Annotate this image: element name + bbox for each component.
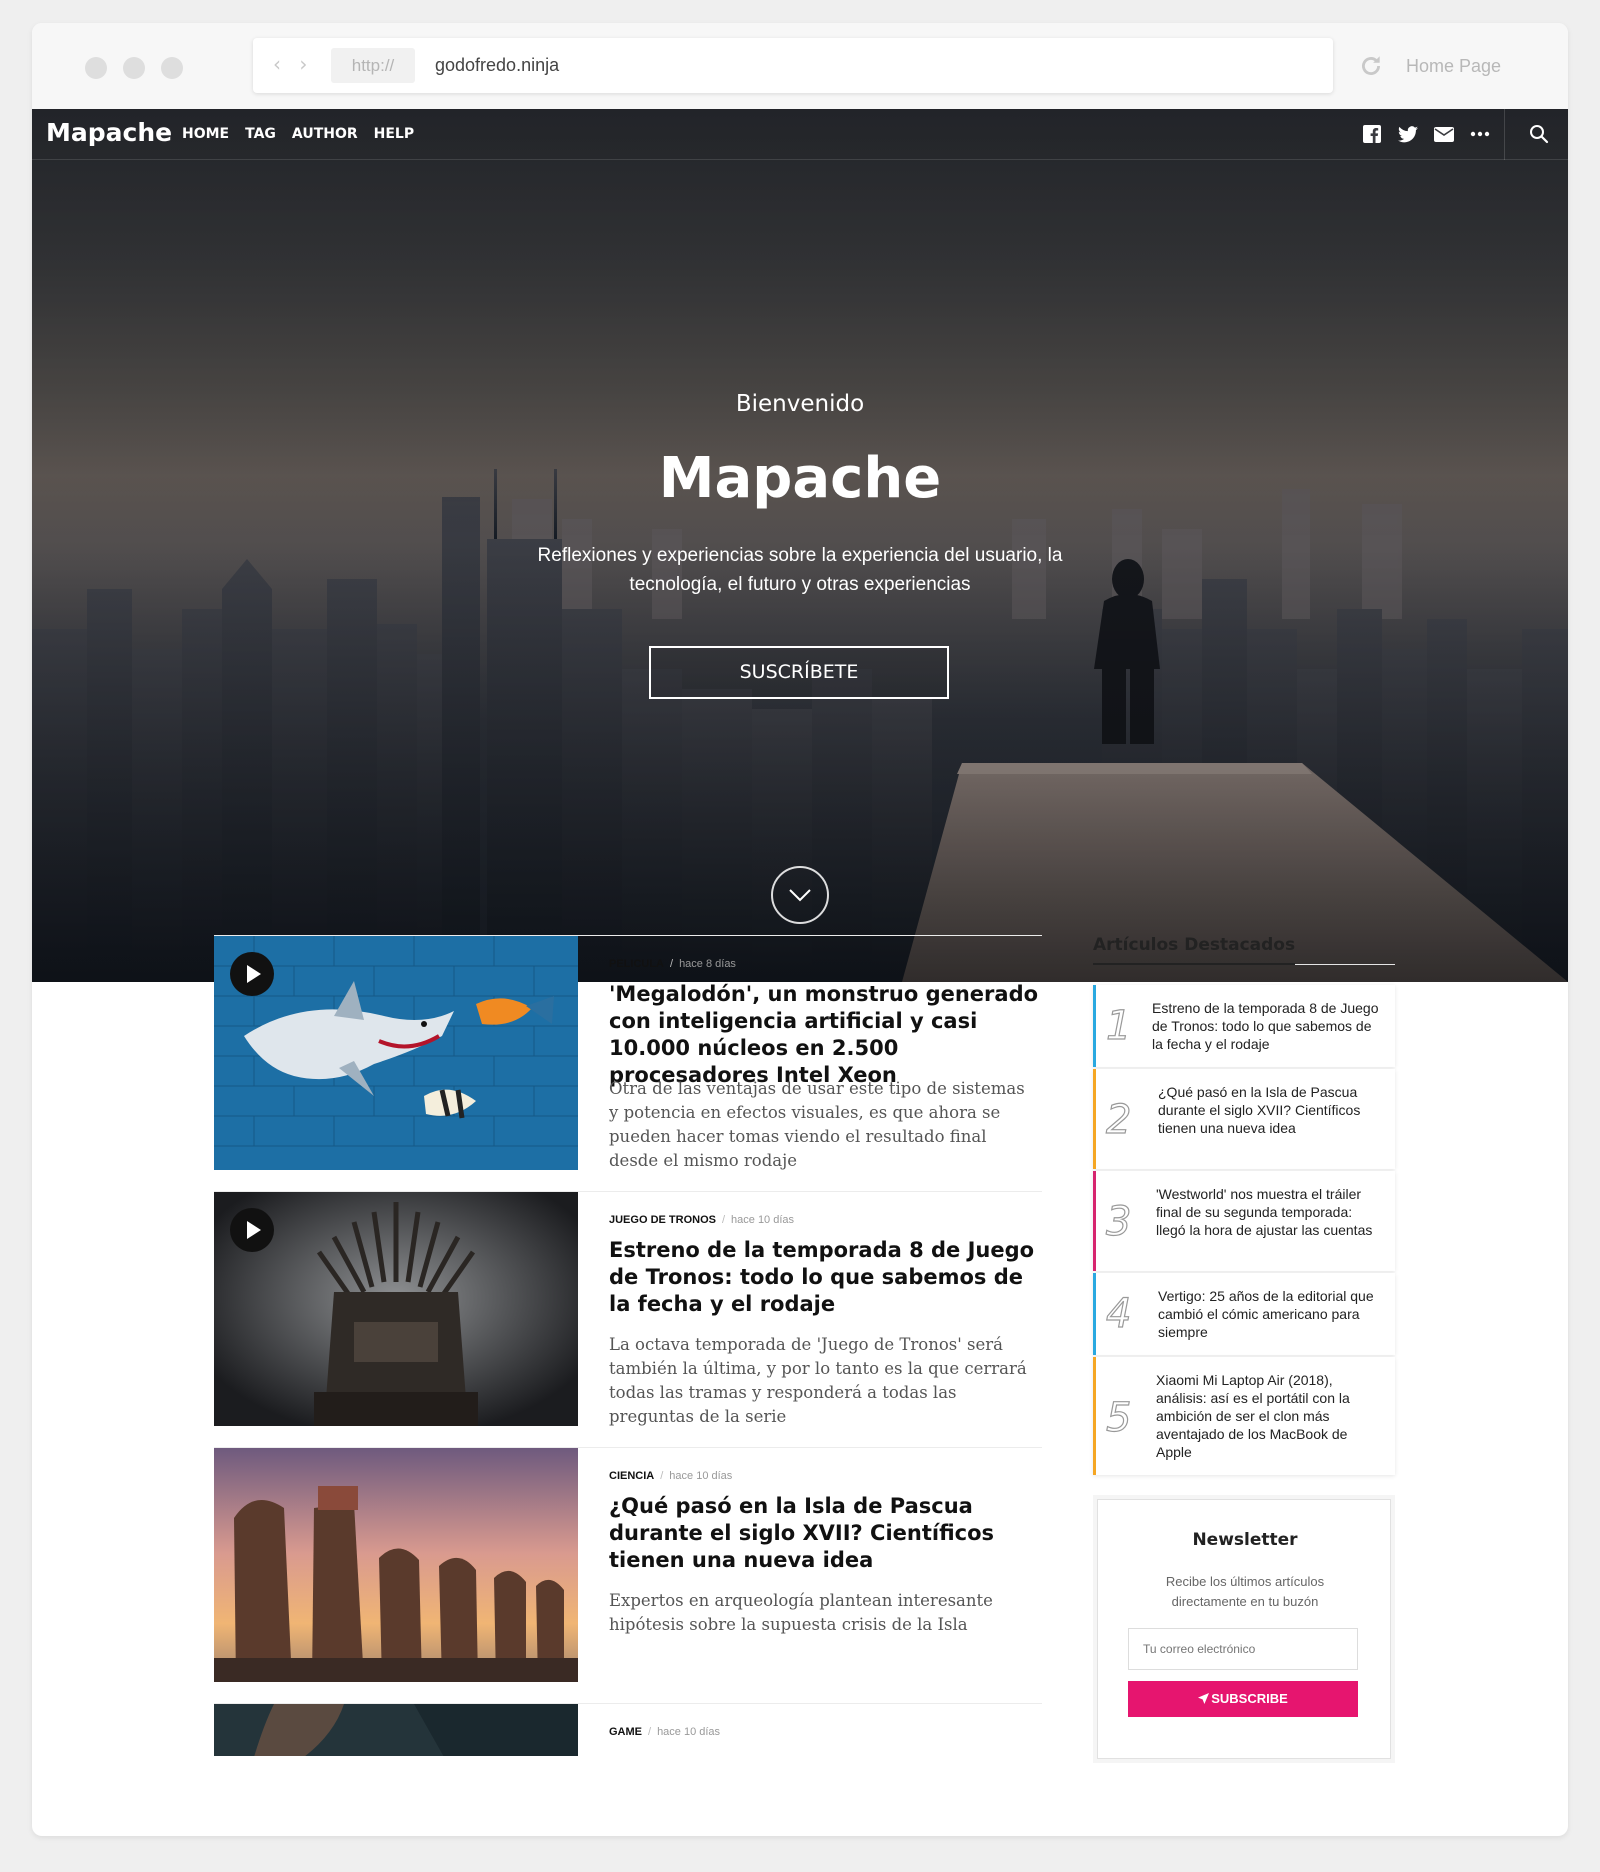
featured-item[interactable]: 3 'Westworld' nos muestra el tráiler fin…: [1093, 1171, 1395, 1271]
featured-rank: 5: [1105, 1394, 1132, 1441]
more-icon[interactable]: [1468, 123, 1492, 145]
article-category[interactable]: CIENCIA: [609, 1470, 654, 1482]
site-logo[interactable]: Mapache: [46, 118, 172, 147]
search-icon[interactable]: [1528, 123, 1550, 145]
featured-item[interactable]: 4 Vertigo: 25 años de la editorial que c…: [1093, 1273, 1395, 1355]
article-card[interactable]: PELICULA / hace 8 días 'Megalodón', un mon…: [214, 935, 1042, 1170]
window-minimize-dot[interactable]: [123, 57, 145, 79]
article-meta: PELICULA / hace 8 días: [609, 958, 736, 970]
article-meta: GAME / hace 10 días: [609, 1726, 721, 1738]
home-page-link[interactable]: Home Page: [1406, 23, 1501, 109]
article-thumbnail-iron-throne[interactable]: [214, 1192, 578, 1426]
article-meta: JUEGO DE TRONOS / hace 10 días: [609, 1214, 795, 1226]
article-title[interactable]: 'Megalodón', un monstruo generado con in…: [609, 981, 1039, 1089]
article-card[interactable]: GAME / hace 10 días: [214, 1703, 1042, 1756]
play-video-icon[interactable]: [230, 952, 274, 996]
article-card[interactable]: CIENCIA / hace 10 días ¿Qué pasó en la Isl…: [214, 1447, 1042, 1682]
social-links: [1360, 123, 1492, 145]
email-icon[interactable]: [1432, 123, 1456, 145]
play-video-icon[interactable]: [230, 1208, 274, 1252]
featured-rank: 3: [1105, 1198, 1132, 1245]
browser-toolbar: ‹ › http:// godofredo.ninja Home Page: [32, 23, 1568, 109]
article-excerpt: Expertos en arqueología plantean interes…: [609, 1591, 993, 1634]
scroll-down-button[interactable]: [771, 866, 829, 924]
hero-title: Mapache: [658, 446, 942, 511]
nav-home[interactable]: HOME: [182, 126, 229, 142]
featured-title[interactable]: Vertigo: 25 años de la editorial que cam…: [1158, 1287, 1384, 1341]
article-category[interactable]: PELICULA: [609, 958, 664, 970]
newsletter-subscribe-button[interactable]: SUBSCRIBE: [1128, 1681, 1358, 1717]
article-thumbnail-game[interactable]: [214, 1704, 578, 1756]
hero-section: Mapache HOME TAG AUTHOR HELP Bienvenido …: [32, 109, 1568, 982]
hero-welcome: Bienvenido: [735, 391, 865, 417]
twitter-icon[interactable]: [1396, 123, 1420, 145]
browser-window: ‹ › http:// godofredo.ninja Home Page Ma…: [32, 23, 1568, 1836]
site-navbar: Mapache HOME TAG AUTHOR HELP: [32, 109, 1568, 160]
featured-title[interactable]: Estreno de la temporada 8 de Juego de Tr…: [1152, 999, 1384, 1053]
back-forward-icon[interactable]: ‹ ›: [273, 52, 313, 76]
article-category[interactable]: GAME: [609, 1726, 642, 1738]
article-thumbnail-moai[interactable]: [214, 1448, 578, 1682]
article-title[interactable]: Estreno de la temporada 8 de Juego de Tr…: [609, 1237, 1039, 1318]
newsletter-title: Newsletter: [1192, 1530, 1298, 1550]
featured-title[interactable]: 'Westworld' nos muestra el tráiler final…: [1156, 1185, 1382, 1239]
hero-subscribe-button[interactable]: SUSCRÍBETE: [649, 646, 949, 699]
featured-title[interactable]: Xiaomi Mi Laptop Air (2018), análisis: a…: [1156, 1371, 1382, 1461]
nav-help[interactable]: HELP: [374, 126, 414, 142]
newsletter-email-input[interactable]: [1128, 1628, 1358, 1670]
url-host[interactable]: godofredo.ninja: [435, 38, 559, 93]
featured-heading-text: Artículos Destacados: [1093, 935, 1296, 965]
facebook-icon[interactable]: [1360, 123, 1384, 145]
nav-tag[interactable]: TAG: [245, 126, 276, 142]
url-protocol: http://: [331, 48, 415, 83]
newsletter-button-label: SUBSCRIBE: [1211, 1691, 1288, 1706]
featured-item[interactable]: 5 Xiaomi Mi Laptop Air (2018), análisis:…: [1093, 1357, 1395, 1475]
featured-rank: 1: [1105, 1002, 1132, 1049]
chevron-down-icon: [789, 889, 811, 902]
article-excerpt: La octava temporada de 'Juego de Tronos'…: [609, 1335, 1027, 1426]
article-date: hace 10 días: [657, 1726, 721, 1738]
newsletter-box: Newsletter Recibe los últimos artículos …: [1097, 1499, 1391, 1759]
featured-heading: Artículos Destacados: [1093, 935, 1395, 965]
nav-author[interactable]: AUTHOR: [292, 126, 358, 142]
article-date: hace 10 días: [731, 1214, 795, 1226]
featured-title[interactable]: ¿Qué pasó en la Isla de Pascua durante e…: [1158, 1083, 1384, 1137]
address-bar[interactable]: ‹ › http:// godofredo.ninja: [253, 38, 1333, 93]
main-nav: HOME TAG AUTHOR HELP: [182, 126, 414, 142]
window-maximize-dot[interactable]: [161, 57, 183, 79]
article-excerpt: Otra de las ventajas de usar este tipo d…: [609, 1079, 1025, 1170]
article-date: hace 10 días: [669, 1470, 733, 1482]
reload-icon[interactable]: [1358, 53, 1384, 79]
featured-item[interactable]: 2 ¿Qué pasó en la Isla de Pascua durante…: [1093, 1069, 1395, 1169]
window-close-dot[interactable]: [85, 57, 107, 79]
featured-item[interactable]: 1 Estreno de la temporada 8 de Juego de …: [1093, 985, 1395, 1067]
nav-divider: [1504, 109, 1505, 160]
featured-rank: 2: [1105, 1096, 1132, 1143]
article-date: hace 8 días: [679, 958, 736, 970]
article-title[interactable]: ¿Qué pasó en la Isla de Pascua durante e…: [609, 1493, 1039, 1574]
article-category[interactable]: JUEGO DE TRONOS: [609, 1214, 716, 1226]
article-meta: CIENCIA / hace 10 días: [609, 1470, 733, 1482]
article-thumbnail-shark[interactable]: [214, 936, 578, 1170]
newsletter-description: Recibe los últimos artículos directament…: [1165, 1574, 1325, 1609]
hero-subtitle: Reflexiones y experiencias sobre la expe…: [537, 545, 1063, 595]
article-card[interactable]: JUEGO DE TRONOS / hace 10 días Estreno de …: [214, 1191, 1042, 1426]
featured-rank: 4: [1105, 1290, 1132, 1337]
send-icon: [1198, 1693, 1210, 1704]
